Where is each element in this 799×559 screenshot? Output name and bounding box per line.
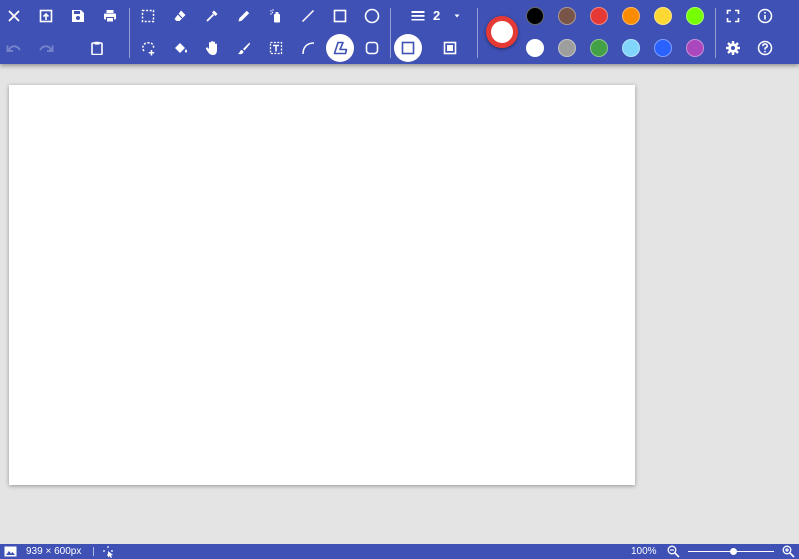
selection-icon	[141, 9, 155, 23]
rounded-rectangle-tool[interactable]	[358, 34, 386, 62]
fullscreen-button[interactable]	[719, 2, 747, 30]
eraser-icon	[174, 10, 186, 21]
paintbrush-icon	[238, 42, 250, 55]
rectangle-icon	[333, 9, 347, 23]
stroke-width-value[interactable]: 2	[433, 8, 440, 24]
stroke-width-dropdown[interactable]	[449, 8, 465, 24]
line-tool[interactable]	[294, 2, 322, 30]
toolbar-separator	[715, 8, 716, 58]
color-swatch[interactable]	[654, 39, 672, 57]
status-bar: 939 × 600px 100%	[0, 544, 799, 559]
open-icon	[39, 9, 53, 23]
fill-style-outline[interactable]	[394, 34, 422, 62]
airbrush-tool[interactable]	[262, 2, 290, 30]
save-button[interactable]	[64, 2, 92, 30]
color-swatch[interactable]	[590, 39, 608, 57]
help-icon	[757, 40, 773, 56]
fill-tool[interactable]	[166, 34, 194, 62]
paste-button[interactable]	[83, 34, 111, 62]
color-swatch[interactable]	[654, 7, 672, 25]
spray-can-icon	[270, 9, 280, 23]
zoom-in-icon[interactable]	[782, 545, 795, 559]
cursor-position-icon	[102, 545, 115, 559]
rounded-rectangle-icon	[365, 41, 379, 55]
close-icon	[8, 10, 20, 22]
image-size-label: 939 × 600px	[26, 546, 82, 557]
current-color-indicator[interactable]	[486, 16, 518, 48]
color-swatch[interactable]	[686, 39, 704, 57]
gear-icon	[726, 41, 740, 55]
fullscreen-icon	[726, 9, 740, 23]
settings-button[interactable]	[719, 34, 747, 62]
rectangle-tool[interactable]	[326, 2, 354, 30]
pencil-tool[interactable]	[230, 2, 258, 30]
color-swatch[interactable]	[622, 39, 640, 57]
stroke-width-button[interactable]	[404, 2, 432, 30]
redo-button[interactable]	[32, 34, 60, 62]
rect-select-tool[interactable]	[134, 2, 162, 30]
color-swatch[interactable]	[558, 7, 576, 25]
polygon-icon	[333, 41, 347, 55]
pan-tool[interactable]	[198, 34, 226, 62]
toolbar-separator	[390, 8, 391, 58]
image-icon	[4, 546, 17, 559]
fill-style-filled[interactable]	[436, 34, 464, 62]
hand-icon	[205, 41, 217, 55]
print-icon	[104, 10, 116, 23]
clipboard-icon	[91, 41, 103, 55]
eraser-tool[interactable]	[166, 2, 194, 30]
color-swatch[interactable]	[526, 39, 544, 57]
zoom-level: 100%	[631, 546, 657, 557]
close-button[interactable]	[0, 2, 28, 30]
line-icon	[301, 9, 315, 23]
info-icon	[757, 8, 773, 24]
filled-square-icon	[443, 41, 457, 55]
free-select-tool[interactable]	[134, 34, 162, 62]
save-icon	[72, 10, 84, 22]
color-swatch[interactable]	[558, 39, 576, 57]
color-picker-tool[interactable]	[198, 2, 226, 30]
status-separator	[93, 547, 94, 556]
line-weight-icon	[411, 11, 425, 21]
print-button[interactable]	[96, 2, 124, 30]
undo-icon	[6, 45, 21, 52]
toolbar: 2	[0, 0, 799, 64]
drawing-canvas[interactable]	[9, 85, 635, 485]
brush-tool[interactable]	[230, 34, 258, 62]
zoom-slider[interactable]	[688, 546, 774, 557]
zoom-slider-thumb[interactable]	[729, 548, 737, 555]
curve-icon	[302, 42, 315, 55]
toolbar-separator	[477, 8, 478, 58]
color-swatch[interactable]	[622, 7, 640, 25]
info-button[interactable]	[751, 2, 779, 30]
pencil-icon	[238, 10, 250, 22]
outline-square-icon	[401, 41, 415, 55]
dropdown-arrow-icon	[454, 14, 460, 18]
text-box-icon	[269, 41, 283, 55]
polygon-tool[interactable]	[326, 34, 354, 62]
circle-icon	[364, 8, 380, 24]
lasso-select-icon	[141, 41, 154, 55]
zoom-out-icon[interactable]	[667, 545, 680, 559]
toolbar-separator	[129, 8, 130, 58]
ellipse-tool[interactable]	[358, 2, 386, 30]
color-swatch[interactable]	[686, 7, 704, 25]
color-swatch[interactable]	[590, 7, 608, 25]
help-button[interactable]	[751, 34, 779, 62]
redo-icon	[39, 45, 54, 52]
curve-tool[interactable]	[294, 34, 322, 62]
eyedropper-icon	[206, 10, 218, 22]
paint-bucket-icon	[174, 43, 187, 53]
open-button[interactable]	[32, 2, 60, 30]
undo-button[interactable]	[0, 34, 28, 62]
text-tool[interactable]	[262, 34, 290, 62]
color-swatch[interactable]	[526, 7, 544, 25]
